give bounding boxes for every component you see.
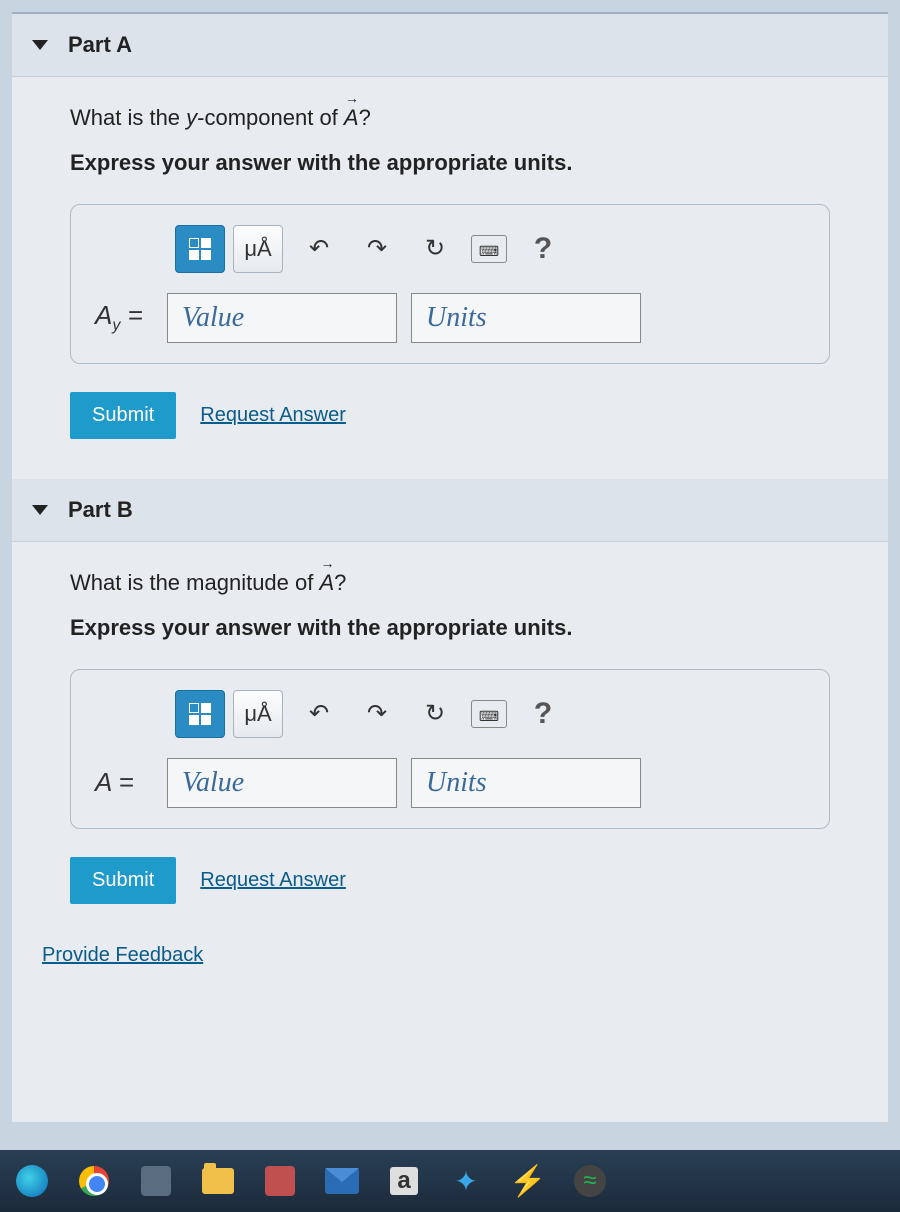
part-b-variable: A =	[95, 767, 153, 798]
part-a-value-input[interactable]	[167, 293, 397, 343]
part-a-request-answer-link[interactable]: Request Answer	[200, 404, 346, 427]
undo-icon[interactable]: ↶	[297, 227, 341, 271]
reset-icon[interactable]: ↻	[413, 227, 457, 271]
part-a-instruction: Express your answer with the appropriate…	[70, 150, 830, 176]
app-icon[interactable]	[262, 1163, 298, 1199]
part-a-toolbar: μÅ ↶ ↷ ↻ ⌨ ?	[95, 225, 805, 273]
part-b-question: What is the magnitude of A?	[70, 568, 830, 599]
mail-icon[interactable]	[324, 1163, 360, 1199]
provide-feedback-link[interactable]: Provide Feedback	[12, 924, 233, 986]
part-a-submit-button[interactable]: Submit	[70, 392, 176, 439]
help-icon[interactable]: ?	[521, 692, 565, 736]
part-b-answer-box: μÅ ↶ ↷ ↻ ⌨ ? A =	[70, 669, 830, 829]
power-icon[interactable]: ⚡	[510, 1163, 546, 1199]
keyboard-icon[interactable]: ⌨	[471, 700, 507, 728]
edge-icon[interactable]	[14, 1163, 50, 1199]
special-chars-button[interactable]: μÅ	[233, 225, 283, 273]
part-b-value-input[interactable]	[167, 758, 397, 808]
part-a-units-input[interactable]	[411, 293, 641, 343]
spotify-icon[interactable]: ≈	[572, 1163, 608, 1199]
templates-button[interactable]	[175, 690, 225, 738]
part-a-input-row: Ay =	[95, 293, 805, 343]
part-b-toolbar: μÅ ↶ ↷ ↻ ⌨ ?	[95, 690, 805, 738]
part-a-body: What is the y-component of A? Express yo…	[12, 77, 888, 479]
part-a-label: Part A	[68, 32, 132, 58]
part-a-actions: Submit Request Answer	[70, 392, 830, 439]
special-chars-button[interactable]: μÅ	[233, 690, 283, 738]
keyboard-icon[interactable]: ⌨	[471, 235, 507, 263]
amazon-icon[interactable]: a	[386, 1163, 422, 1199]
part-b-units-input[interactable]	[411, 758, 641, 808]
part-b-instruction: Express your answer with the appropriate…	[70, 615, 830, 641]
caret-down-icon	[32, 505, 48, 515]
part-b-actions: Submit Request Answer	[70, 857, 830, 904]
store-icon[interactable]	[138, 1163, 174, 1199]
part-b-input-row: A =	[95, 758, 805, 808]
content-area: Part A What is the y-component of A? Exp…	[12, 12, 888, 1122]
undo-icon[interactable]: ↶	[297, 692, 341, 736]
part-b-label: Part B	[68, 497, 133, 523]
part-a-question: What is the y-component of A?	[70, 103, 830, 134]
redo-icon[interactable]: ↷	[355, 227, 399, 271]
part-b-body: What is the magnitude of A? Express your…	[12, 542, 888, 944]
part-a-answer-box: μÅ ↶ ↷ ↻ ⌨ ? Ay =	[70, 204, 830, 364]
file-explorer-icon[interactable]	[200, 1163, 236, 1199]
help-icon[interactable]: ?	[521, 227, 565, 271]
part-b-submit-button[interactable]: Submit	[70, 857, 176, 904]
dropbox-icon[interactable]: ✦	[448, 1163, 484, 1199]
taskbar: a ✦ ⚡ ≈	[0, 1150, 900, 1212]
caret-down-icon	[32, 40, 48, 50]
chrome-icon[interactable]	[76, 1163, 112, 1199]
reset-icon[interactable]: ↻	[413, 692, 457, 736]
part-a-header[interactable]: Part A	[12, 14, 888, 77]
templates-button[interactable]	[175, 225, 225, 273]
part-a-variable: Ay =	[95, 300, 153, 335]
part-b-header[interactable]: Part B	[12, 479, 888, 542]
part-b-request-answer-link[interactable]: Request Answer	[200, 869, 346, 892]
redo-icon[interactable]: ↷	[355, 692, 399, 736]
